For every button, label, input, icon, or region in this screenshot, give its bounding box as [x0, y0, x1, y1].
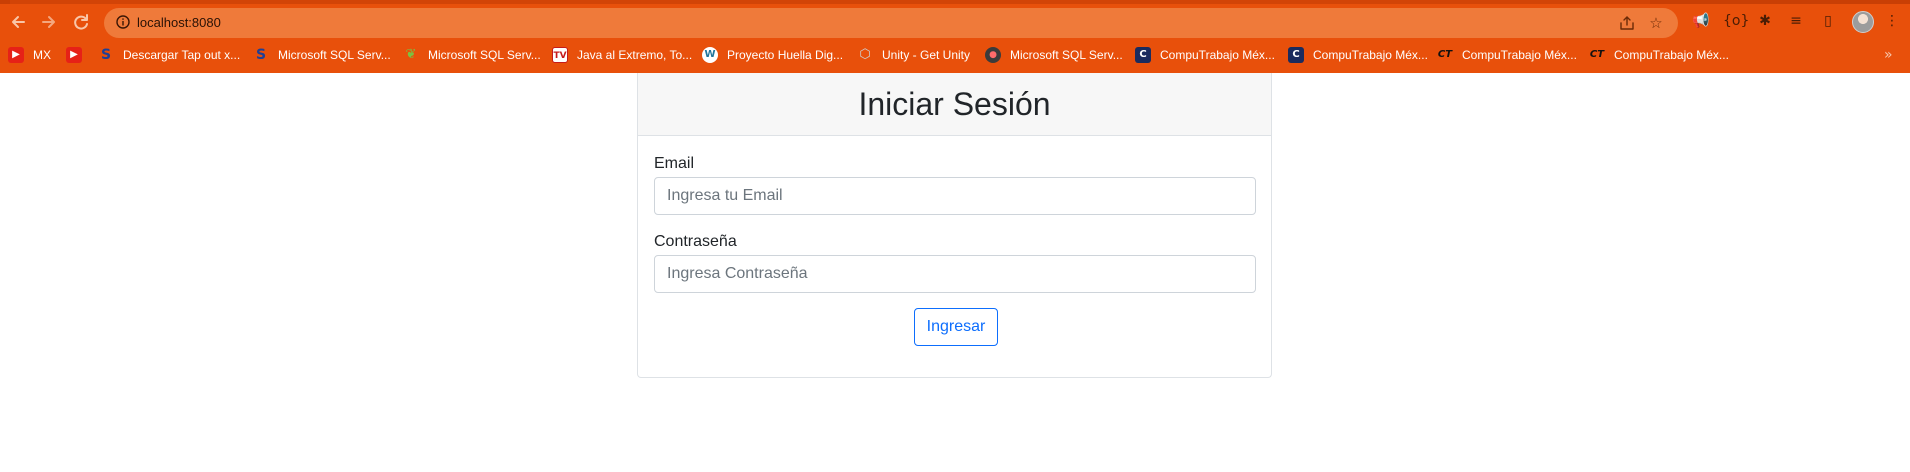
bookmark-item[interactable]: ⬡ Unity - Get Unity — [857, 45, 970, 65]
bookmarks-overflow-icon[interactable]: » — [1884, 45, 1893, 65]
unity-icon: ⬡ — [859, 47, 871, 62]
ct-logo-icon: CT — [1437, 49, 1453, 60]
star-icon[interactable]: ☆ — [1647, 14, 1665, 32]
menu-kebab-icon[interactable]: ⋮ — [1882, 11, 1902, 31]
arrow-left-icon[interactable] — [5, 9, 31, 35]
password-label: Contraseña — [654, 233, 737, 250]
media-icon: ● — [985, 47, 1001, 63]
bookmark-item[interactable]: C CompuTrabajo Méx... — [1288, 45, 1428, 65]
bookmark-item[interactable]: CT CompuTrabajo Méx... — [1589, 45, 1729, 65]
profile-avatar[interactable] — [1852, 11, 1874, 33]
site-info-icon[interactable] — [116, 15, 130, 29]
bookmark-item[interactable]: ▶ MX — [8, 45, 51, 65]
browser-toolbar: localhost:8080 ☆ 📢 {o} ✱ ≡ ▯ ⋮ — [0, 4, 1910, 40]
side-panel-icon[interactable]: ▯ — [1818, 11, 1838, 31]
arrow-right-icon[interactable] — [36, 9, 62, 35]
reading-list-icon[interactable]: ≡ — [1786, 11, 1806, 31]
bookmark-item[interactable]: W Proyecto Huella Dig... — [702, 45, 843, 65]
bookmarks-bar: ▶ MX ▶ S Descargar Tap out x... S Micros… — [0, 42, 1910, 68]
reload-icon[interactable] — [68, 9, 94, 35]
login-submit-button[interactable]: Ingresar — [914, 308, 998, 346]
page-title: Iniciar Sesión — [858, 86, 1051, 122]
bookmark-item[interactable]: ❦ Microsoft SQL Serv... — [403, 45, 541, 65]
url-text: localhost:8080 — [137, 15, 221, 30]
email-label: Email — [654, 155, 695, 172]
browser-chrome: localhost:8080 ☆ 📢 {o} ✱ ≡ ▯ ⋮ ▶ MX ▶ S … — [0, 0, 1910, 73]
megaphone-icon[interactable]: 📢 — [1691, 11, 1711, 31]
computrabajo-icon: C — [1288, 47, 1304, 63]
address-bar[interactable]: localhost:8080 ☆ — [104, 8, 1678, 38]
bookmark-item[interactable]: ● Microsoft SQL Serv... — [985, 45, 1123, 65]
share-icon[interactable] — [1618, 14, 1636, 32]
login-card-header: Iniciar Sesión — [638, 73, 1271, 136]
wordpress-icon: W — [702, 47, 718, 63]
bookmark-item[interactable]: ▶ — [66, 45, 91, 65]
puzzle-icon[interactable]: ✱ — [1755, 11, 1775, 31]
tv-logo-icon: TV — [552, 47, 568, 63]
extension-braces-icon[interactable]: {o} — [1723, 11, 1749, 31]
computrabajo-icon: C — [1135, 47, 1151, 63]
bookmark-item[interactable]: C CompuTrabajo Méx... — [1135, 45, 1275, 65]
bookmark-item[interactable]: S Descargar Tap out x... — [98, 45, 240, 65]
bookmark-item[interactable]: S Microsoft SQL Serv... — [253, 45, 391, 65]
youtube-icon: ▶ — [8, 47, 24, 63]
ct-logo-icon: CT — [1589, 49, 1605, 60]
green-leaf-icon: ❦ — [405, 47, 417, 62]
bookmark-item[interactable]: CT CompuTrabajo Méx... — [1437, 45, 1577, 65]
email-field[interactable] — [654, 177, 1256, 215]
s-logo-icon: S — [100, 47, 112, 63]
login-card: Iniciar Sesión Email Contraseña Ingresar — [637, 73, 1272, 378]
password-field[interactable] — [654, 255, 1256, 293]
bookmark-item[interactable]: TV Java al Extremo, To... — [552, 45, 692, 65]
s-logo-icon: S — [255, 47, 267, 63]
youtube-icon: ▶ — [66, 47, 82, 63]
